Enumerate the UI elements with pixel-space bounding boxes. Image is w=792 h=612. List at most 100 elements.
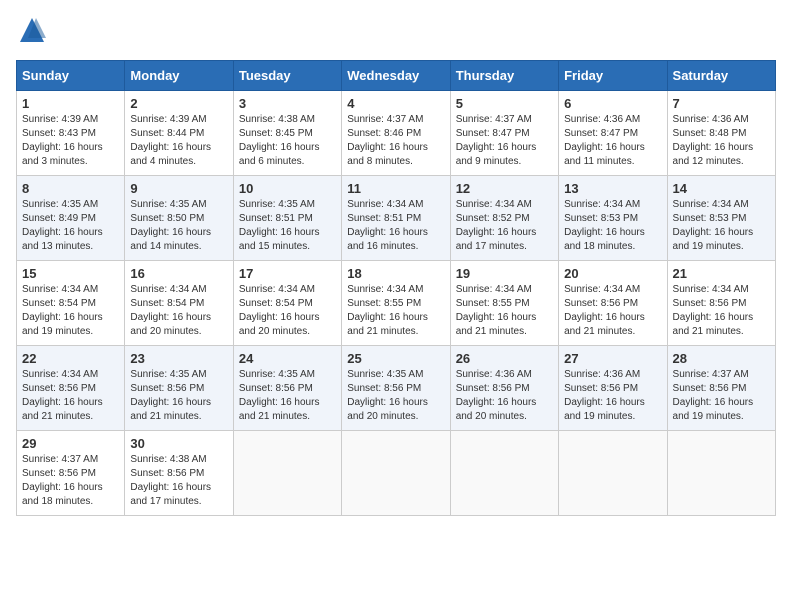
day-number: 1 (22, 96, 119, 111)
day-info: Sunrise: 4:35 AMSunset: 8:56 PMDaylight:… (347, 368, 444, 424)
day-number: 11 (347, 181, 444, 196)
day-number: 8 (22, 181, 119, 196)
day-number: 5 (456, 96, 553, 111)
day-info: Sunrise: 4:36 AMSunset: 8:56 PMDaylight:… (564, 368, 661, 424)
calendar-cell: 17 Sunrise: 4:34 AMSunset: 8:54 PMDayligh… (233, 261, 341, 346)
calendar-cell (450, 431, 558, 516)
day-number: 13 (564, 181, 661, 196)
day-number: 9 (130, 181, 227, 196)
day-info: Sunrise: 4:34 AMSunset: 8:54 PMDaylight:… (239, 283, 336, 339)
calendar-header-cell: Tuesday (233, 61, 341, 91)
calendar-cell: 23Sunrise: 4:35 AMSunset: 8:56 PMDayligh… (125, 346, 233, 431)
calendar-cell: 4 Sunrise: 4:37 AMSunset: 8:46 PMDaylight… (342, 91, 450, 176)
day-number: 17 (239, 266, 336, 281)
calendar-cell: 26 Sunrise: 4:36 AMSunset: 8:56 PMDayligh… (450, 346, 558, 431)
calendar-week-row: 22 Sunrise: 4:34 AMSunset: 8:56 PMDayligh… (17, 346, 776, 431)
day-info: Sunrise: 4:36 AMSunset: 8:48 PMDaylight:… (673, 113, 770, 169)
page-header (16, 16, 776, 50)
calendar-cell: 6 Sunrise: 4:36 AMSunset: 8:47 PMDaylight… (559, 91, 667, 176)
day-number: 29 (22, 436, 119, 451)
calendar-cell: 7 Sunrise: 4:36 AMSunset: 8:48 PMDaylight… (667, 91, 775, 176)
calendar-cell: 11 Sunrise: 4:34 AMSunset: 8:51 PMDayligh… (342, 176, 450, 261)
day-info: Sunrise: 4:38 AMSunset: 8:56 PMDaylight:… (130, 453, 227, 509)
calendar-cell: 8 Sunrise: 4:35 AMSunset: 8:49 PMDaylight… (17, 176, 125, 261)
calendar-header-row: SundayMondayTuesdayWednesdayThursdayFrid… (17, 61, 776, 91)
day-info: Sunrise: 4:34 AMSunset: 8:52 PMDaylight:… (456, 198, 553, 254)
calendar-cell: 14Sunrise: 4:34 AMSunset: 8:53 PMDayligh… (667, 176, 775, 261)
calendar-body: 1Sunrise: 4:39 AMSunset: 8:43 PMDaylight… (17, 91, 776, 516)
calendar-header-cell: Wednesday (342, 61, 450, 91)
logo (16, 16, 46, 50)
calendar-header-cell: Friday (559, 61, 667, 91)
calendar-cell: 18 Sunrise: 4:34 AMSunset: 8:55 PMDayligh… (342, 261, 450, 346)
calendar-cell: 30 Sunrise: 4:38 AMSunset: 8:56 PMDayligh… (125, 431, 233, 516)
day-info: Sunrise: 4:35 AMSunset: 8:51 PMDaylight:… (239, 198, 336, 254)
day-info: Sunrise: 4:34 AMSunset: 8:54 PMDaylight:… (22, 283, 119, 339)
calendar-cell: 5Sunrise: 4:37 AMSunset: 8:47 PMDaylight… (450, 91, 558, 176)
calendar-cell: 3 Sunrise: 4:38 AMSunset: 8:45 PMDaylight… (233, 91, 341, 176)
day-number: 15 (22, 266, 119, 281)
day-number: 18 (347, 266, 444, 281)
day-info: Sunrise: 4:34 AMSunset: 8:55 PMDaylight:… (456, 283, 553, 339)
calendar-cell: 10 Sunrise: 4:35 AMSunset: 8:51 PMDayligh… (233, 176, 341, 261)
day-number: 12 (456, 181, 553, 196)
day-info: Sunrise: 4:37 AMSunset: 8:56 PMDaylight:… (673, 368, 770, 424)
day-info: Sunrise: 4:34 AMSunset: 8:56 PMDaylight:… (22, 368, 119, 424)
day-info: Sunrise: 4:34 AMSunset: 8:55 PMDaylight:… (347, 283, 444, 339)
day-number: 26 (456, 351, 553, 366)
day-number: 20 (564, 266, 661, 281)
day-number: 4 (347, 96, 444, 111)
day-info: Sunrise: 4:36 AMSunset: 8:47 PMDaylight:… (564, 113, 661, 169)
day-info: Sunrise: 4:34 AMSunset: 8:54 PMDaylight:… (130, 283, 227, 339)
day-number: 22 (22, 351, 119, 366)
calendar-cell: 29 Sunrise: 4:37 AMSunset: 8:56 PMDayligh… (17, 431, 125, 516)
calendar-cell (342, 431, 450, 516)
day-info: Sunrise: 4:34 AMSunset: 8:56 PMDaylight:… (564, 283, 661, 339)
day-number: 23 (130, 351, 227, 366)
calendar-cell: 13Sunrise: 4:34 AMSunset: 8:53 PMDayligh… (559, 176, 667, 261)
calendar-cell: 15 Sunrise: 4:34 AMSunset: 8:54 PMDayligh… (17, 261, 125, 346)
day-number: 28 (673, 351, 770, 366)
calendar-table: SundayMondayTuesdayWednesdayThursdayFrid… (16, 60, 776, 516)
day-info: Sunrise: 4:36 AMSunset: 8:56 PMDaylight:… (456, 368, 553, 424)
calendar-cell (667, 431, 775, 516)
day-info: Sunrise: 4:38 AMSunset: 8:45 PMDaylight:… (239, 113, 336, 169)
day-info: Sunrise: 4:35 AMSunset: 8:56 PMDaylight:… (239, 368, 336, 424)
calendar-cell: 24Sunrise: 4:35 AMSunset: 8:56 PMDayligh… (233, 346, 341, 431)
calendar-cell (559, 431, 667, 516)
day-number: 3 (239, 96, 336, 111)
day-number: 2 (130, 96, 227, 111)
calendar-header-cell: Monday (125, 61, 233, 91)
calendar-cell (233, 431, 341, 516)
day-number: 19 (456, 266, 553, 281)
day-info: Sunrise: 4:34 AMSunset: 8:51 PMDaylight:… (347, 198, 444, 254)
calendar-cell: 9 Sunrise: 4:35 AMSunset: 8:50 PMDaylight… (125, 176, 233, 261)
calendar-cell: 2Sunrise: 4:39 AMSunset: 8:44 PMDaylight… (125, 91, 233, 176)
calendar-cell: 25 Sunrise: 4:35 AMSunset: 8:56 PMDayligh… (342, 346, 450, 431)
calendar-cell: 19 Sunrise: 4:34 AMSunset: 8:55 PMDayligh… (450, 261, 558, 346)
calendar-header-cell: Saturday (667, 61, 775, 91)
day-info: Sunrise: 4:37 AMSunset: 8:56 PMDaylight:… (22, 453, 119, 509)
calendar-cell: 20 Sunrise: 4:34 AMSunset: 8:56 PMDayligh… (559, 261, 667, 346)
day-number: 10 (239, 181, 336, 196)
day-info: Sunrise: 4:37 AMSunset: 8:46 PMDaylight:… (347, 113, 444, 169)
day-number: 7 (673, 96, 770, 111)
calendar-cell: 21 Sunrise: 4:34 AMSunset: 8:56 PMDayligh… (667, 261, 775, 346)
day-number: 25 (347, 351, 444, 366)
day-number: 21 (673, 266, 770, 281)
calendar-cell: 28 Sunrise: 4:37 AMSunset: 8:56 PMDayligh… (667, 346, 775, 431)
day-info: Sunrise: 4:34 AMSunset: 8:53 PMDaylight:… (673, 198, 770, 254)
calendar-cell: 1Sunrise: 4:39 AMSunset: 8:43 PMDaylight… (17, 91, 125, 176)
day-number: 30 (130, 436, 227, 451)
day-info: Sunrise: 4:35 AMSunset: 8:50 PMDaylight:… (130, 198, 227, 254)
day-info: Sunrise: 4:34 AMSunset: 8:56 PMDaylight:… (673, 283, 770, 339)
calendar-cell: 12 Sunrise: 4:34 AMSunset: 8:52 PMDayligh… (450, 176, 558, 261)
calendar-week-row: 8 Sunrise: 4:35 AMSunset: 8:49 PMDaylight… (17, 176, 776, 261)
day-number: 16 (130, 266, 227, 281)
calendar-cell: 27Sunrise: 4:36 AMSunset: 8:56 PMDayligh… (559, 346, 667, 431)
day-info: Sunrise: 4:35 AMSunset: 8:49 PMDaylight:… (22, 198, 119, 254)
logo-icon (18, 16, 46, 44)
calendar-header-cell: Thursday (450, 61, 558, 91)
day-number: 6 (564, 96, 661, 111)
calendar-cell: 22 Sunrise: 4:34 AMSunset: 8:56 PMDayligh… (17, 346, 125, 431)
